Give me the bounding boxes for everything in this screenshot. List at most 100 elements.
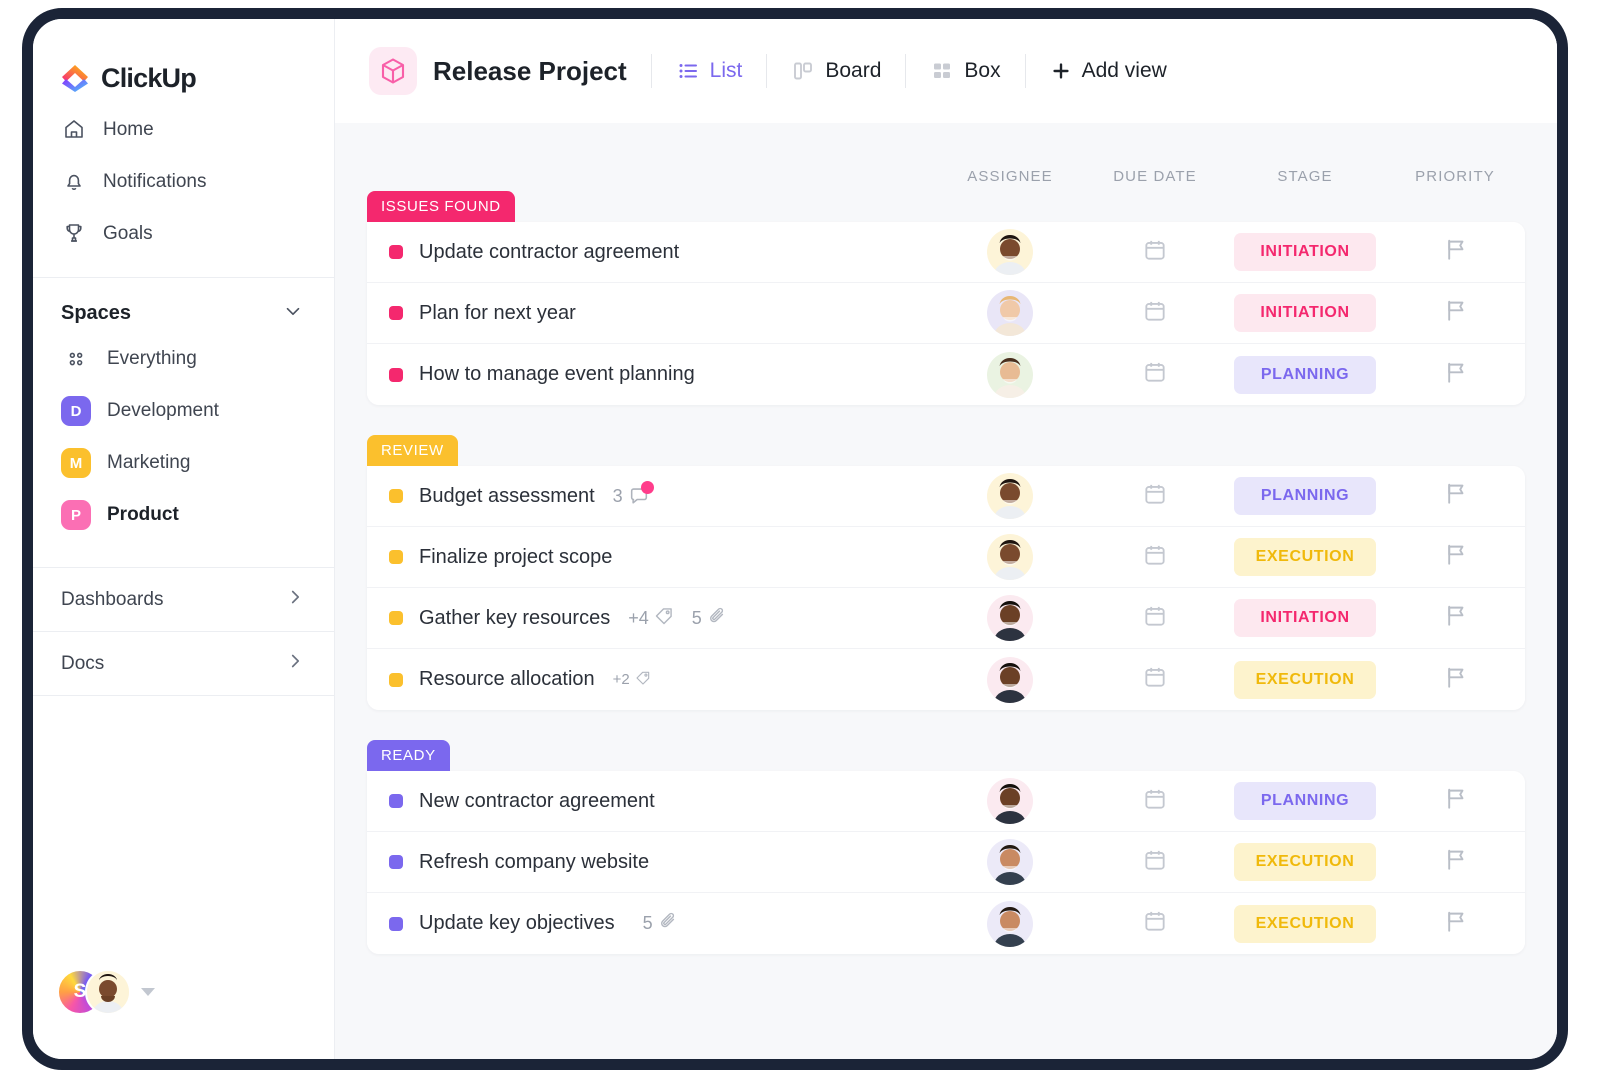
- avatar[interactable]: [987, 656, 1033, 703]
- assignee-cell[interactable]: [935, 229, 1085, 275]
- group-status-badge[interactable]: ISSUES FOUND: [367, 191, 515, 222]
- stage-cell[interactable]: EXECUTION: [1225, 660, 1385, 699]
- avatar[interactable]: [85, 969, 131, 1015]
- task-status-dot[interactable]: [389, 306, 403, 320]
- flag-icon[interactable]: [1442, 297, 1469, 329]
- status-badge[interactable]: PLANNING: [1234, 355, 1376, 394]
- task-status-dot[interactable]: [389, 855, 403, 869]
- tab-board[interactable]: Board: [769, 49, 903, 93]
- flag-icon[interactable]: [1442, 236, 1469, 268]
- group-status-badge[interactable]: REVIEW: [367, 435, 458, 466]
- avatar[interactable]: [987, 595, 1033, 641]
- table-row[interactable]: Update contractor agreement INITIATION: [367, 222, 1525, 283]
- flag-icon[interactable]: [1442, 664, 1469, 696]
- add-view-button[interactable]: Add view: [1028, 49, 1189, 93]
- status-badge[interactable]: PLANNING: [1234, 782, 1376, 820]
- due-date-cell[interactable]: [1085, 481, 1225, 512]
- status-badge[interactable]: INITIATION: [1234, 599, 1376, 637]
- stage-cell[interactable]: EXECUTION: [1225, 538, 1385, 576]
- calendar-icon[interactable]: [1142, 298, 1168, 329]
- priority-cell[interactable]: [1385, 602, 1525, 634]
- group-status-badge[interactable]: READY: [367, 740, 450, 771]
- task-status-dot[interactable]: [389, 916, 403, 931]
- priority-cell[interactable]: [1385, 541, 1525, 573]
- calendar-icon[interactable]: [1142, 359, 1168, 390]
- table-row[interactable]: Update key objectives 5 EXECUTION: [367, 893, 1525, 954]
- tag-count[interactable]: +4: [628, 606, 674, 631]
- spaces-header[interactable]: Spaces: [33, 278, 334, 333]
- status-badge[interactable]: EXECUTION: [1234, 538, 1376, 576]
- sidebar-item-notifications[interactable]: Notifications: [33, 155, 334, 207]
- stage-cell[interactable]: EXECUTION: [1225, 904, 1385, 943]
- flag-icon[interactable]: [1442, 846, 1469, 878]
- table-row[interactable]: Gather key resources +4 5 INITIATION: [367, 588, 1525, 649]
- status-badge[interactable]: EXECUTION: [1234, 660, 1376, 699]
- status-badge[interactable]: INITIATION: [1234, 233, 1376, 271]
- priority-cell[interactable]: [1385, 785, 1525, 817]
- due-date-cell[interactable]: [1085, 298, 1225, 329]
- due-date-cell[interactable]: [1085, 542, 1225, 573]
- sidebar-item-marketing[interactable]: M Marketing: [33, 437, 334, 489]
- avatar-stack[interactable]: S: [57, 969, 131, 1015]
- flag-icon[interactable]: [1442, 785, 1469, 817]
- stage-cell[interactable]: EXECUTION: [1225, 843, 1385, 881]
- table-row[interactable]: How to manage event planning PLANNING: [367, 344, 1525, 405]
- attachment-count[interactable]: 5: [643, 911, 678, 936]
- table-row[interactable]: Budget assessment 3 PLANNING: [367, 466, 1525, 527]
- due-date-cell[interactable]: [1085, 786, 1225, 817]
- calendar-icon[interactable]: [1142, 603, 1168, 634]
- avatar[interactable]: [987, 778, 1033, 824]
- stage-cell[interactable]: INITIATION: [1225, 233, 1385, 271]
- avatar[interactable]: [987, 351, 1033, 398]
- sidebar-item-docs[interactable]: Docs: [33, 631, 334, 695]
- assignee-cell[interactable]: [935, 900, 1085, 947]
- task-status-dot[interactable]: [389, 611, 403, 625]
- calendar-icon[interactable]: [1142, 847, 1168, 878]
- assignee-cell[interactable]: [935, 351, 1085, 398]
- sidebar-item-product[interactable]: P Product: [33, 489, 334, 541]
- priority-cell[interactable]: [1385, 908, 1525, 940]
- stage-cell[interactable]: INITIATION: [1225, 294, 1385, 332]
- status-badge[interactable]: INITIATION: [1234, 294, 1376, 332]
- priority-cell[interactable]: [1385, 480, 1525, 512]
- tab-list[interactable]: List: [654, 49, 765, 93]
- assignee-cell[interactable]: [935, 534, 1085, 580]
- sidebar-item-goals[interactable]: Goals: [33, 207, 334, 259]
- priority-cell[interactable]: [1385, 297, 1525, 329]
- due-date-cell[interactable]: [1085, 359, 1225, 390]
- flag-icon[interactable]: [1442, 908, 1469, 940]
- sidebar-item-home[interactable]: Home: [33, 103, 334, 155]
- table-row[interactable]: Refresh company website EXECUTION: [367, 832, 1525, 893]
- assignee-cell[interactable]: [935, 656, 1085, 703]
- stage-cell[interactable]: PLANNING: [1225, 355, 1385, 394]
- flag-icon[interactable]: [1442, 359, 1469, 391]
- table-row[interactable]: Resource allocation +2 EXECUTION: [367, 649, 1525, 710]
- tag-count[interactable]: +2: [613, 670, 651, 690]
- flag-icon[interactable]: [1442, 541, 1469, 573]
- status-badge[interactable]: EXECUTION: [1234, 904, 1376, 943]
- avatar[interactable]: [987, 229, 1033, 275]
- avatar[interactable]: [987, 290, 1033, 336]
- due-date-cell[interactable]: [1085, 908, 1225, 939]
- sidebar-item-development[interactable]: D Development: [33, 385, 334, 437]
- priority-cell[interactable]: [1385, 236, 1525, 268]
- avatar[interactable]: [987, 900, 1033, 947]
- calendar-icon[interactable]: [1142, 786, 1168, 817]
- task-status-dot[interactable]: [389, 794, 403, 808]
- assignee-cell[interactable]: [935, 595, 1085, 641]
- due-date-cell[interactable]: [1085, 847, 1225, 878]
- task-status-dot[interactable]: [389, 367, 403, 382]
- status-badge[interactable]: EXECUTION: [1234, 843, 1376, 881]
- stage-cell[interactable]: PLANNING: [1225, 477, 1385, 515]
- table-row[interactable]: Finalize project scope EXECUTION: [367, 527, 1525, 588]
- task-status-dot[interactable]: [389, 550, 403, 564]
- status-badge[interactable]: PLANNING: [1234, 477, 1376, 515]
- task-status-dot[interactable]: [389, 489, 403, 503]
- assignee-cell[interactable]: [935, 839, 1085, 885]
- attachment-count[interactable]: 5: [692, 606, 727, 631]
- calendar-icon[interactable]: [1142, 481, 1168, 512]
- due-date-cell[interactable]: [1085, 603, 1225, 634]
- avatar[interactable]: [987, 473, 1033, 519]
- assignee-cell[interactable]: [935, 473, 1085, 519]
- flag-icon[interactable]: [1442, 602, 1469, 634]
